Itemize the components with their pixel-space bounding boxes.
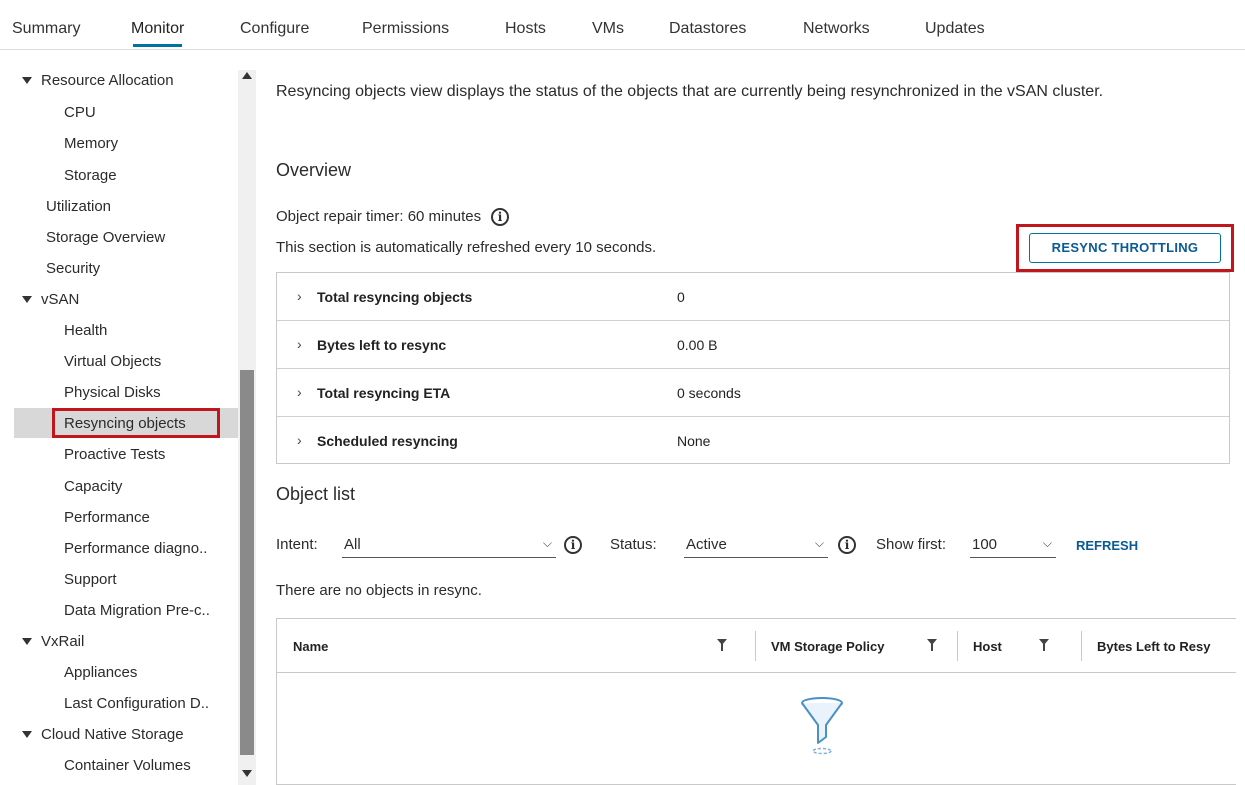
intent-label: Intent: xyxy=(276,536,318,553)
sidebar-item-container-volumes[interactable]: Container Volumes xyxy=(64,757,191,774)
sidebar-nav: Resource Allocation CPU Memory Storage U… xyxy=(0,66,258,785)
scroll-up-arrow-icon[interactable] xyxy=(242,72,252,79)
filter-icon[interactable] xyxy=(717,639,727,651)
tab-networks[interactable]: Networks xyxy=(803,20,870,38)
overview-row-value: None xyxy=(677,433,711,449)
refresh-button[interactable]: REFRESH xyxy=(1076,538,1138,553)
intent-select[interactable]: All ⌵ xyxy=(342,532,556,558)
chevron-right-icon[interactable]: › xyxy=(297,432,302,448)
page-description: Resyncing objects view displays the stat… xyxy=(276,83,1104,100)
status-select[interactable]: Active ⌵ xyxy=(684,532,828,558)
chevron-down-icon: ⌵ xyxy=(814,536,824,550)
highlight-box: RESYNC THROTTLING xyxy=(1016,224,1234,272)
filter-bar: Intent: All ⌵ i Status: Active ⌵ i Show … xyxy=(276,532,1236,560)
scrollbar-thumb[interactable] xyxy=(240,370,254,755)
overview-row-value: 0 xyxy=(677,289,685,305)
tab-configure[interactable]: Configure xyxy=(240,20,309,38)
highlight-box xyxy=(52,408,220,438)
chevron-right-icon[interactable]: › xyxy=(297,336,302,352)
overview-heading: Overview xyxy=(276,160,352,180)
scroll-down-arrow-icon[interactable] xyxy=(242,770,252,777)
column-header-name[interactable]: Name xyxy=(293,639,328,654)
tab-datastores[interactable]: Datastores xyxy=(669,20,746,38)
filter-icon[interactable] xyxy=(927,639,937,651)
show-first-label: Show first: xyxy=(876,536,947,553)
sidebar-item-capacity[interactable]: Capacity xyxy=(64,478,122,495)
status-label: Status: xyxy=(610,536,657,553)
column-header-host[interactable]: Host xyxy=(973,639,1002,654)
object-list-heading: Object list xyxy=(276,484,356,504)
resync-throttling-button[interactable]: RESYNC THROTTLING xyxy=(1029,233,1221,263)
column-divider[interactable] xyxy=(755,631,756,661)
sidebar-item-memory[interactable]: Memory xyxy=(64,135,118,152)
column-header-vm-storage-policy[interactable]: VM Storage Policy xyxy=(771,639,884,654)
info-icon[interactable]: i xyxy=(838,536,856,554)
chevron-down-icon: ⌵ xyxy=(1042,536,1052,550)
status-value: Active xyxy=(686,536,727,553)
sidebar-item-performance-diagnostics[interactable]: Performance diagno.. xyxy=(64,540,207,557)
object-datagrid: Name VM Storage Policy Host Bytes Left t… xyxy=(276,618,1236,785)
overview-row-label: Bytes left to resync xyxy=(317,337,447,353)
sidebar-item-proactive-tests[interactable]: Proactive Tests xyxy=(64,446,165,463)
sidebar-item-resource-allocation[interactable]: Resource Allocation xyxy=(22,72,174,89)
column-divider[interactable] xyxy=(957,631,958,661)
filter-icon[interactable] xyxy=(1039,639,1049,651)
tab-permissions[interactable]: Permissions xyxy=(362,20,449,38)
tab-summary[interactable]: Summary xyxy=(12,20,80,38)
show-first-select[interactable]: 100 ⌵ xyxy=(970,532,1056,558)
chevron-right-icon[interactable]: › xyxy=(297,288,302,304)
sidebar-item-support[interactable]: Support xyxy=(64,571,117,588)
overview-row-label: Total resyncing objects xyxy=(317,289,473,305)
sidebar-item-last-configuration[interactable]: Last Configuration D.. xyxy=(64,695,209,712)
info-icon[interactable]: i xyxy=(491,208,510,226)
sidebar-item-security[interactable]: Security xyxy=(46,260,100,277)
tab-updates[interactable]: Updates xyxy=(925,20,985,38)
caret-down-icon[interactable] xyxy=(22,76,32,84)
tab-bar: Summary Monitor Configure Permissions Ho… xyxy=(0,0,1245,50)
tab-hosts[interactable]: Hosts xyxy=(505,20,546,38)
sidebar-item-data-migration[interactable]: Data Migration Pre-c.. xyxy=(64,602,210,619)
auto-refresh-note: This section is automatically refreshed … xyxy=(276,239,657,256)
empty-message: There are no objects in resync. xyxy=(276,582,482,599)
chevron-right-icon[interactable]: › xyxy=(297,384,302,400)
sidebar-item-storage[interactable]: Storage xyxy=(64,167,117,184)
sidebar-item-cloud-native-storage[interactable]: Cloud Native Storage xyxy=(22,726,184,743)
column-divider[interactable] xyxy=(1081,631,1082,661)
sidebar-item-cpu[interactable]: CPU xyxy=(64,104,96,121)
overview-row-label: Scheduled resyncing xyxy=(317,433,458,449)
caret-down-icon[interactable] xyxy=(22,730,32,738)
sidebar-item-performance[interactable]: Performance xyxy=(64,509,150,526)
overview-row-value: 0.00 B xyxy=(677,337,718,353)
overview-row-label: Total resyncing ETA xyxy=(317,385,451,401)
overview-table: › Total resyncing objects 0 › Bytes left… xyxy=(276,272,1230,464)
sidebar-item-vsan[interactable]: vSAN xyxy=(22,291,79,308)
sidebar-item-appliances[interactable]: Appliances xyxy=(64,664,137,681)
sidebar-item-virtual-objects[interactable]: Virtual Objects xyxy=(64,353,161,370)
sidebar-item-physical-disks[interactable]: Physical Disks xyxy=(64,384,161,401)
overview-row-value: 0 seconds xyxy=(677,385,741,401)
datagrid-header: Name VM Storage Policy Host Bytes Left t… xyxy=(277,619,1236,673)
caret-down-icon[interactable] xyxy=(22,295,32,303)
empty-filter-icon xyxy=(801,697,843,755)
sidebar-item-vxrail[interactable]: VxRail xyxy=(22,633,84,650)
show-first-value: 100 xyxy=(972,536,998,553)
info-icon[interactable]: i xyxy=(564,536,582,554)
sidebar-item-utilization[interactable]: Utilization xyxy=(46,198,111,215)
column-header-bytes-left[interactable]: Bytes Left to Resy xyxy=(1097,639,1210,654)
sidebar-scrollbar[interactable] xyxy=(238,70,256,785)
repair-timer: Object repair timer: 60 minutes i xyxy=(276,208,510,226)
sidebar-item-storage-overview[interactable]: Storage Overview xyxy=(46,229,165,246)
caret-down-icon[interactable] xyxy=(22,637,32,645)
overview-row[interactable]: › Bytes left to resync 0.00 B xyxy=(277,321,1229,369)
tab-monitor[interactable]: Monitor xyxy=(131,20,184,47)
tab-vms[interactable]: VMs xyxy=(592,20,624,38)
overview-row[interactable]: › Total resyncing ETA 0 seconds xyxy=(277,369,1229,417)
intent-value: All xyxy=(344,536,361,553)
overview-row[interactable]: › Scheduled resyncing None xyxy=(277,417,1229,465)
overview-row[interactable]: › Total resyncing objects 0 xyxy=(277,273,1229,321)
sidebar-item-health[interactable]: Health xyxy=(64,322,107,339)
repair-timer-text: Object repair timer: 60 minutes xyxy=(276,208,482,225)
chevron-down-icon: ⌵ xyxy=(542,536,552,550)
